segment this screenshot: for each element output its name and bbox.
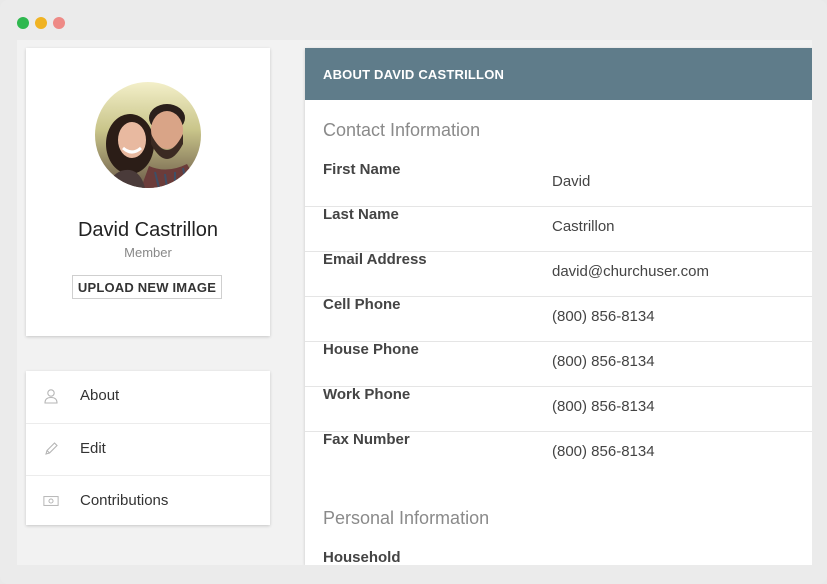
money-icon bbox=[43, 493, 59, 509]
app-window: David Castrillon Member UPLOAD NEW IMAGE… bbox=[0, 0, 827, 584]
about-panel: ABOUT DAVID CASTRILLON Contact Informati… bbox=[305, 48, 812, 565]
field-label: Household bbox=[323, 549, 401, 565]
field-row-household: Household bbox=[305, 549, 812, 565]
pencil-icon bbox=[43, 441, 59, 457]
field-row-cell-phone: Cell Phone (800) 856-8134 bbox=[305, 296, 812, 342]
nav-item-contributions[interactable]: Contributions bbox=[26, 475, 270, 527]
person-icon bbox=[43, 388, 59, 404]
field-label: Fax Number bbox=[323, 431, 410, 448]
contact-section-title: Contact Information bbox=[323, 120, 481, 140]
field-label: First Name bbox=[323, 161, 401, 178]
personal-section-title: Personal Information bbox=[323, 508, 490, 528]
field-row-house-phone: House Phone (800) 856-8134 bbox=[305, 341, 812, 387]
field-row-last-name: Last Name Castrillon bbox=[305, 206, 812, 252]
window-zoom-dot[interactable] bbox=[53, 17, 65, 29]
field-value: David bbox=[552, 173, 591, 190]
nav-item-label: About bbox=[80, 387, 120, 404]
field-value: (800) 856-8134 bbox=[552, 308, 655, 325]
field-label: Email Address bbox=[323, 251, 427, 268]
nav-item-edit[interactable]: Edit bbox=[26, 423, 270, 475]
profile-role: Member bbox=[124, 245, 172, 260]
field-row-first-name: First Name David bbox=[305, 161, 812, 207]
field-value: Castrillon bbox=[552, 218, 615, 235]
profile-card: David Castrillon Member UPLOAD NEW IMAGE bbox=[26, 48, 270, 336]
field-value: (800) 856-8134 bbox=[552, 353, 655, 370]
panel-header: ABOUT DAVID CASTRILLON bbox=[305, 48, 812, 100]
upload-image-button[interactable]: UPLOAD NEW IMAGE bbox=[72, 275, 222, 299]
field-value: (800) 856-8134 bbox=[552, 443, 655, 460]
field-value: (800) 856-8134 bbox=[552, 398, 655, 415]
profile-name: David Castrillon bbox=[77, 219, 219, 241]
nav-item-label: Edit bbox=[80, 440, 106, 457]
avatar bbox=[95, 82, 201, 188]
field-value: david@churchuser.com bbox=[552, 263, 709, 280]
window-close-dot[interactable] bbox=[17, 17, 29, 29]
profile-nav: About Edit Contributions bbox=[26, 371, 270, 525]
nav-item-label: Contributions bbox=[80, 492, 169, 509]
field-label: House Phone bbox=[323, 341, 419, 358]
field-row-email: Email Address david@churchuser.com bbox=[305, 251, 812, 297]
field-row-work-phone: Work Phone (800) 856-8134 bbox=[305, 386, 812, 432]
window-minimize-dot[interactable] bbox=[35, 17, 47, 29]
nav-item-about[interactable]: About bbox=[26, 371, 270, 422]
field-row-fax: Fax Number (800) 856-8134 bbox=[305, 431, 812, 476]
field-label: Work Phone bbox=[323, 386, 411, 403]
field-label: Last Name bbox=[323, 206, 399, 223]
page-content: David Castrillon Member UPLOAD NEW IMAGE… bbox=[17, 40, 812, 565]
field-label: Cell Phone bbox=[323, 296, 401, 313]
avatar-photo bbox=[95, 82, 201, 188]
panel-title: ABOUT DAVID CASTRILLON bbox=[323, 67, 505, 82]
